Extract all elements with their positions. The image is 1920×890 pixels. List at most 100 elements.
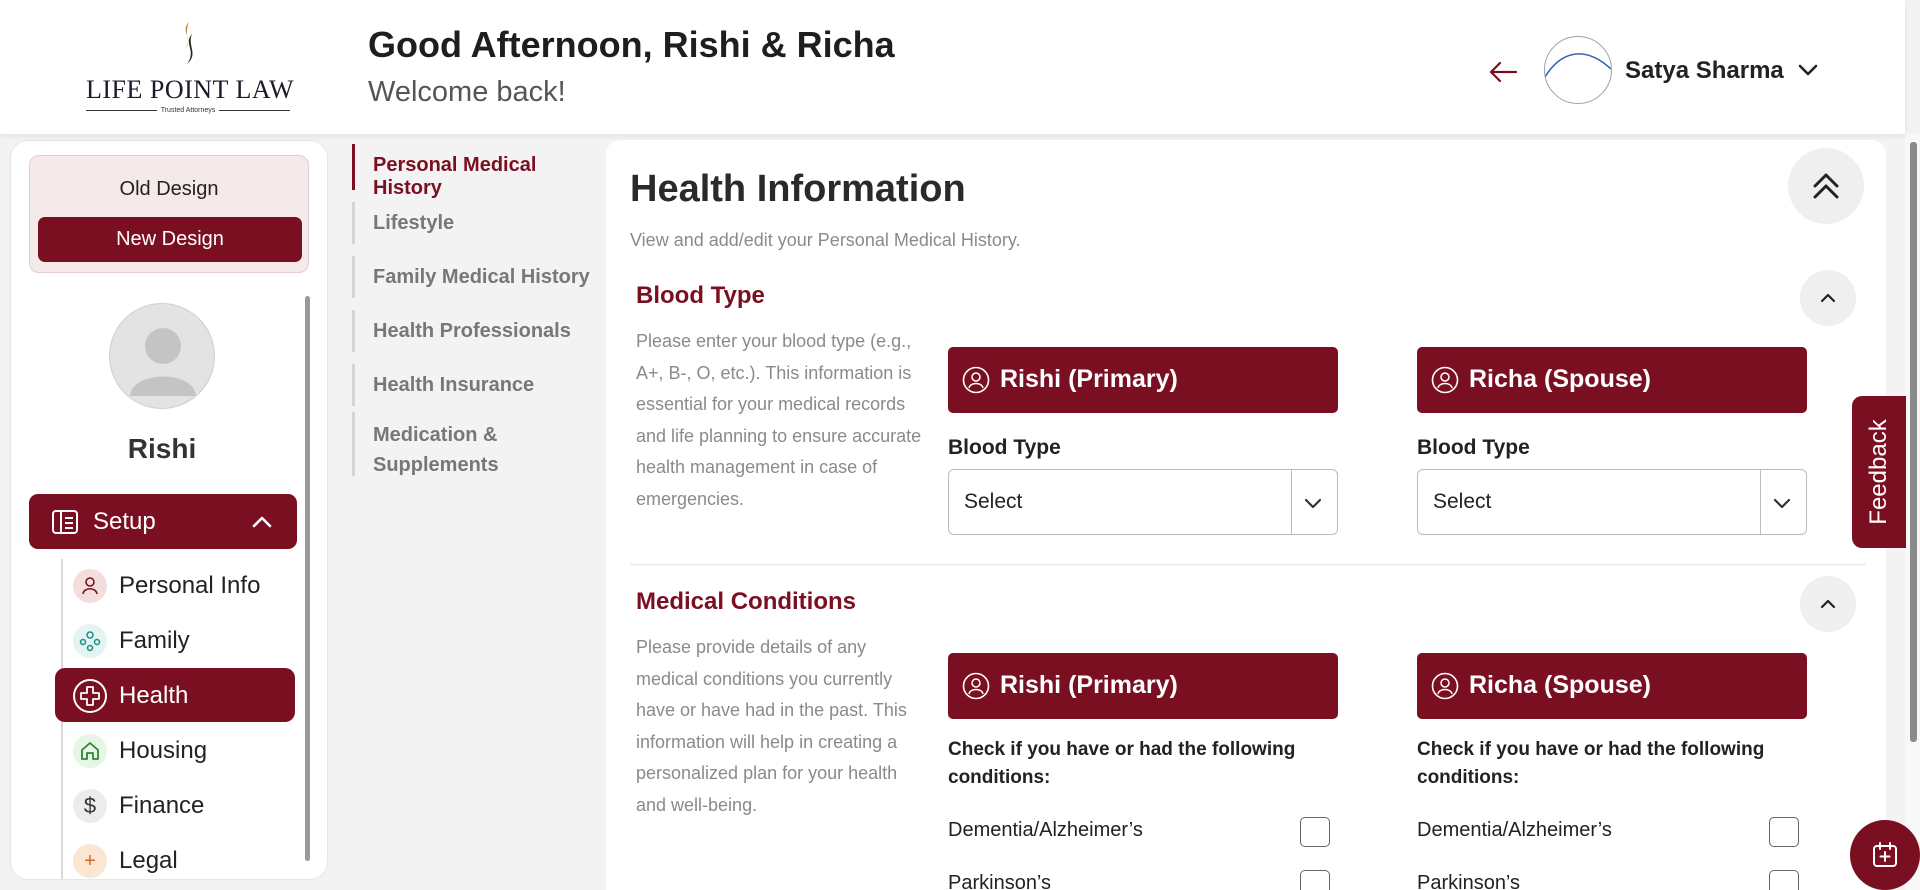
chevron-down-icon <box>1773 498 1791 509</box>
condition-label: Parkinson’s <box>1417 872 1521 890</box>
page-title: Health Information <box>630 168 966 210</box>
design-switcher: Old Design New Design <box>29 155 309 273</box>
double-chevron-up-icon <box>1813 173 1839 199</box>
spouse-blood-type-label: Blood Type <box>1417 436 1530 459</box>
condition-label: Dementia/Alzheimer’s <box>1417 819 1612 841</box>
user-name[interactable]: Satya Sharma <box>1625 57 1784 85</box>
section-nav-health-insurance[interactable]: Health Insurance <box>352 364 606 406</box>
arrow-left-icon[interactable] <box>1488 58 1518 86</box>
person-icon <box>73 569 107 603</box>
feedback-label: Feedback <box>1865 419 1892 525</box>
condition-checkbox[interactable] <box>1769 870 1799 890</box>
avatar-image <box>1545 53 1611 78</box>
setup-menu-toggle[interactable]: Setup <box>29 494 297 549</box>
condition-checkbox[interactable] <box>1300 870 1330 890</box>
setup-label: Setup <box>93 508 156 535</box>
logo-flame-icon <box>185 22 193 64</box>
new-design-button[interactable]: New Design <box>38 217 302 262</box>
primary-person-banner: Rishi (Primary) <box>948 653 1338 719</box>
chevron-down-icon <box>1304 498 1322 509</box>
calendar-add-icon <box>1873 842 1897 867</box>
top-header: LIFE POINT LAW Trusted Attorneys Good Af… <box>0 0 1905 134</box>
blood-type-collapse-button[interactable] <box>1800 270 1856 326</box>
spouse-condition-row: Dementia/Alzheimer’s <box>1417 815 1807 849</box>
primary-person-banner: Rishi (Primary) <box>948 347 1338 413</box>
health-cross-icon <box>73 679 107 713</box>
user-avatar[interactable] <box>1544 36 1612 104</box>
person-circle-icon <box>962 366 990 394</box>
person-circle-icon <box>962 672 990 700</box>
select-value: Select <box>964 490 1023 513</box>
sidebar-scrollbar[interactable] <box>305 296 310 861</box>
feedback-tab[interactable]: Feedback <box>1852 396 1906 548</box>
chevron-down-icon[interactable] <box>1796 58 1820 82</box>
blood-type-heading: Blood Type <box>636 282 765 309</box>
sidebar-item-label: Family <box>119 627 190 654</box>
profile-avatar[interactable] <box>109 303 215 409</box>
spouse-person-banner: Richa (Spouse) <box>1417 347 1807 413</box>
calendar-add-button[interactable] <box>1850 820 1920 890</box>
sidebar-item-label: Personal Info <box>119 572 261 599</box>
medical-conditions-heading: Medical Conditions <box>636 588 857 615</box>
section-nav-health-professionals[interactable]: Health Professionals <box>352 310 606 352</box>
primary-blood-type-select[interactable]: Select <box>948 469 1338 535</box>
person-circle-icon <box>1431 366 1459 394</box>
section-nav-family-medical-history[interactable]: Family Medical History <box>352 256 606 298</box>
section-divider <box>630 564 1866 565</box>
sidebar-item-health[interactable]: Health <box>55 668 295 722</box>
condition-checkbox[interactable] <box>1769 817 1799 847</box>
person-placeholder-icon <box>130 328 196 396</box>
medical-conditions-collapse-button[interactable] <box>1800 576 1856 632</box>
medical-conditions-description: Please provide details of any medical co… <box>636 637 907 815</box>
spouse-conditions-heading: Check if you have or had the following c… <box>1417 739 1765 788</box>
section-nav-lifestyle[interactable]: Lifestyle <box>352 202 606 244</box>
spouse-person-name: Richa (Spouse) <box>1469 671 1651 699</box>
spouse-person-name: Richa (Spouse) <box>1469 365 1651 393</box>
chevron-up-icon <box>252 516 272 528</box>
sidebar-item-housing[interactable]: Housing <box>55 723 295 777</box>
home-icon <box>73 734 107 768</box>
dollar-icon: $ <box>73 789 107 823</box>
chevron-up-icon <box>1820 599 1836 609</box>
condition-label: Dementia/Alzheimer’s <box>948 819 1143 841</box>
primary-person-name: Rishi (Primary) <box>1000 671 1178 699</box>
spouse-blood-type-select[interactable]: Select <box>1417 469 1807 535</box>
welcome-subtitle: Welcome back! <box>368 76 566 108</box>
logo-name: LIFE POINT LAW <box>86 75 295 104</box>
page-scrollbar-thumb[interactable] <box>1910 142 1917 742</box>
select-value: Select <box>1433 490 1492 513</box>
section-nav-personal-medical-history[interactable]: Personal Medical History <box>352 144 606 199</box>
collapse-all-button[interactable] <box>1788 148 1864 224</box>
condition-checkbox[interactable] <box>1300 817 1330 847</box>
profile-name: Rishi <box>127 433 197 464</box>
spouse-person-banner: Richa (Spouse) <box>1417 653 1807 719</box>
person-circle-icon <box>1431 672 1459 700</box>
sidebar-item-label: Health <box>119 682 189 709</box>
primary-person-name: Rishi (Primary) <box>1000 365 1178 393</box>
main-content: Health Information View and add/edit you… <box>606 140 1886 890</box>
primary-conditions-heading: Check if you have or had the following c… <box>948 739 1296 788</box>
sidebar-item-legal[interactable]: + Legal <box>55 833 295 879</box>
sidebar-item-family[interactable]: Family <box>55 613 295 667</box>
list-icon <box>52 510 78 534</box>
section-nav-medication-supplements[interactable]: Medication & Supplements <box>352 412 592 476</box>
primary-blood-type-label: Blood Type <box>948 436 1061 459</box>
sidebar-item-finance[interactable]: $ Finance <box>55 778 295 832</box>
old-design-button[interactable]: Old Design <box>30 178 308 201</box>
sidebar-item-personal-info[interactable]: Personal Info <box>55 558 295 612</box>
blood-type-description: Please enter your blood type (e.g., A+, … <box>636 331 922 509</box>
primary-condition-row: Parkinson’s <box>948 868 1338 890</box>
chevron-up-icon <box>1820 293 1836 303</box>
page-subtitle: View and add/edit your Personal Medical … <box>630 230 1021 250</box>
primary-condition-row: Dementia/Alzheimer’s <box>948 815 1338 849</box>
sidebar-item-label: Finance <box>119 792 205 819</box>
condition-label: Parkinson’s <box>948 872 1052 890</box>
left-sidebar: Old Design New Design Rishi Setup Person… <box>10 140 328 880</box>
legal-icon: + <box>73 844 107 878</box>
brand-logo[interactable]: LIFE POINT LAW Trusted Attorneys <box>86 20 295 114</box>
spouse-condition-row: Parkinson’s <box>1417 868 1807 890</box>
sidebar-item-label: Housing <box>119 737 208 764</box>
greeting-title: Good Afternoon, Rishi & Richa <box>368 24 895 65</box>
family-icon <box>73 624 107 658</box>
logo-tagline: Trusted Attorneys <box>160 107 216 114</box>
